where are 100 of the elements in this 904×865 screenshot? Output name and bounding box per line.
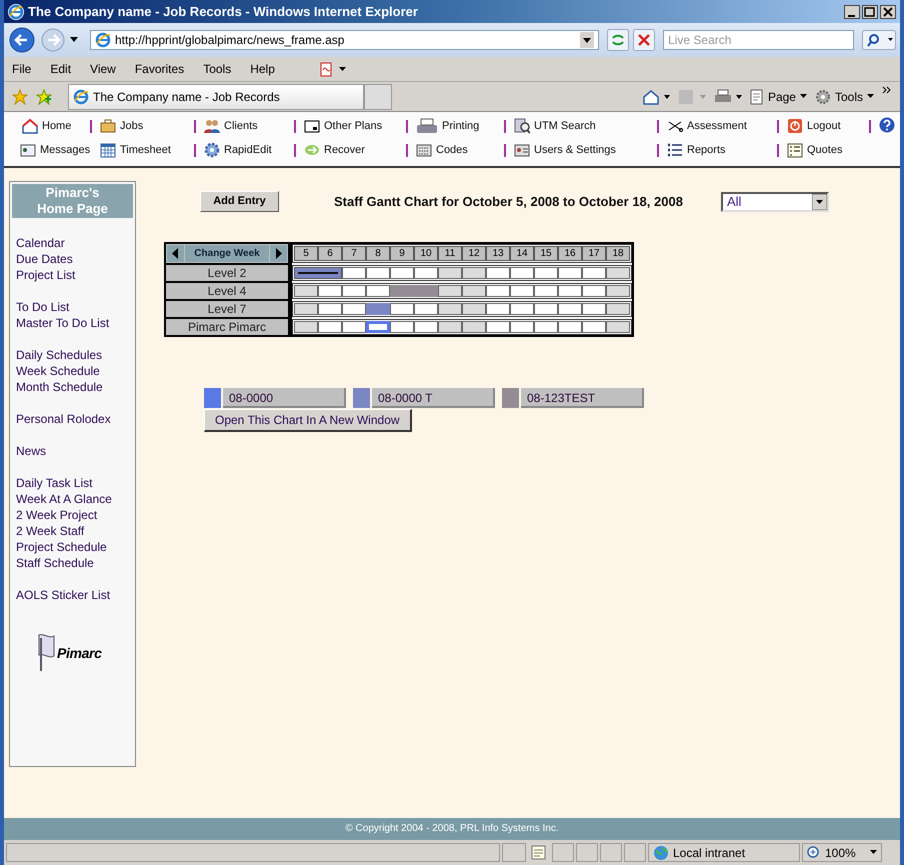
next-icon[interactable]: [270, 245, 287, 262]
previous-icon[interactable]: [167, 245, 184, 262]
nav-link[interactable]: Printing: [416, 118, 480, 134]
tools-menu[interactable]: Tools: [814, 88, 874, 106]
browser-logo-icon: [8, 4, 24, 20]
menu-item[interactable]: View: [90, 60, 116, 78]
sidebar-link[interactable]: Calendar: [16, 235, 65, 251]
printer-icon: [416, 118, 438, 134]
nav-link[interactable]: UTM Search: [514, 118, 596, 134]
row-label: Level 2: [166, 265, 288, 281]
menu-item[interactable]: Edit: [50, 60, 72, 78]
nav-link[interactable]: Home: [22, 118, 72, 134]
nav-link[interactable]: Users & Settings: [514, 142, 616, 158]
page-icon: [73, 88, 89, 104]
add-entry-button[interactable]: Add Entry: [200, 191, 279, 212]
day-header: 15: [534, 246, 558, 261]
menu-item[interactable]: Help: [250, 60, 275, 78]
list-icon: [787, 142, 803, 158]
magnifier-icon: [514, 118, 530, 134]
zoom-control[interactable]: 100%: [802, 843, 882, 862]
briefcase-icon: [100, 118, 116, 134]
pdf-icon[interactable]: [318, 61, 348, 77]
day-header: 17: [582, 246, 606, 261]
sidebar-link[interactable]: To Do List: [16, 299, 70, 315]
menu-item[interactable]: File: [12, 60, 32, 78]
legend-label: 08-123TEST: [521, 388, 644, 408]
sidebar-link[interactable]: News: [16, 443, 46, 459]
star-icon[interactable]: [12, 88, 28, 104]
calendar-icon: [100, 142, 116, 158]
printer-icon[interactable]: [714, 88, 742, 104]
stop-icon[interactable]: [633, 29, 656, 51]
caret-icon: [800, 94, 807, 99]
nav-link[interactable]: Reports: [667, 142, 726, 158]
sidebar-link[interactable]: Staff Schedule: [16, 555, 94, 571]
menu-item[interactable]: Favorites: [134, 60, 184, 78]
sidebar-link[interactable]: AOLS Sticker List: [16, 587, 110, 603]
menu-item[interactable]: Tools: [203, 60, 232, 78]
sidebar-link[interactable]: Project List: [16, 267, 76, 283]
nav-link[interactable]: Timesheet: [100, 142, 171, 158]
filter-dropdown[interactable]: All: [720, 192, 829, 212]
search-field[interactable]: Live Search: [663, 30, 854, 50]
help-icon[interactable]: [879, 117, 897, 135]
sidebar-link[interactable]: Week At A Glance: [16, 491, 112, 507]
address-field[interactable]: http://hpprint/globalpimarc/news_frame.asp: [90, 30, 600, 50]
gear-icon: [204, 142, 220, 158]
day-header: 8: [366, 246, 390, 261]
change-week-button[interactable]: Change Week: [185, 245, 269, 262]
copyright-footer: © Copyright 2004 - 2008, PRL Info Systems Inc.: [4, 818, 900, 840]
nav-link[interactable]: Logout: [787, 118, 841, 134]
page-icon: [750, 88, 764, 104]
nav-link[interactable]: Clients: [204, 118, 258, 134]
list-icon: [667, 142, 683, 158]
browser-tab[interactable]: The Company name - Job Records: [68, 84, 364, 110]
window-title: The Company name - Job Records - Windows Internet Explorer: [28, 2, 419, 21]
sidebar-link[interactable]: Daily Schedules: [16, 347, 102, 363]
sidebar-link[interactable]: Week Schedule: [16, 363, 100, 379]
flag-icon: [37, 633, 55, 673]
sidebar-link[interactable]: Master To Do List: [16, 315, 110, 331]
sidebar-link[interactable]: 2 Week Project: [16, 507, 98, 523]
keyboard-icon: [416, 142, 432, 158]
nav-link[interactable]: Quotes: [787, 142, 842, 158]
refresh-icon[interactable]: [607, 29, 630, 51]
day-header: 14: [510, 246, 534, 261]
sidebar-link[interactable]: 2 Week Staff: [16, 523, 84, 539]
home-icon: [22, 118, 38, 134]
day-header: 18: [606, 246, 630, 261]
nav-link[interactable]: Assessment: [667, 118, 747, 134]
day-header: 7: [342, 246, 366, 261]
close-icon[interactable]: [880, 4, 896, 18]
open-chart-button[interactable]: Open This Chart In A New Window: [204, 409, 412, 432]
home-icon[interactable]: [642, 88, 670, 104]
chevron-icon[interactable]: [882, 86, 892, 96]
people-icon: [204, 118, 220, 134]
nav-link[interactable]: Recover: [304, 142, 365, 158]
sidebar-link[interactable]: Month Schedule: [16, 379, 103, 395]
id-card-icon: [20, 142, 36, 158]
maximize-icon[interactable]: [862, 4, 878, 18]
sidebar-link[interactable]: Project Schedule: [16, 539, 107, 555]
day-header: 12: [462, 246, 486, 261]
arrows-icon: [304, 142, 320, 158]
nav-link[interactable]: Codes: [416, 142, 468, 158]
sidebar-title: Pimarc's Home Page: [12, 184, 133, 218]
minimize-icon[interactable]: [844, 4, 860, 18]
chart-heading: Staff Gantt Chart for October 5, 2008 to October 18, 2008: [334, 192, 683, 211]
sidebar-link[interactable]: Due Dates: [16, 251, 73, 267]
add-favorite-icon[interactable]: [36, 88, 52, 104]
nav-link[interactable]: Jobs: [100, 118, 144, 134]
back-icon[interactable]: [8, 26, 36, 54]
caret-icon[interactable]: [70, 37, 78, 43]
nav-link[interactable]: RapidEdit: [204, 142, 272, 158]
nav-link[interactable]: Messages: [20, 142, 90, 158]
page-menu[interactable]: Page: [750, 88, 807, 106]
search-icon[interactable]: [862, 30, 896, 50]
sidebar-link[interactable]: Personal Rolodex: [16, 411, 111, 427]
caret-icon: [580, 32, 594, 48]
id-card-icon: [514, 142, 530, 158]
day-header: 9: [390, 246, 414, 261]
sidebar-link[interactable]: Daily Task List: [16, 475, 92, 491]
caret-icon: [867, 94, 874, 99]
nav-link[interactable]: Other Plans: [304, 118, 382, 134]
